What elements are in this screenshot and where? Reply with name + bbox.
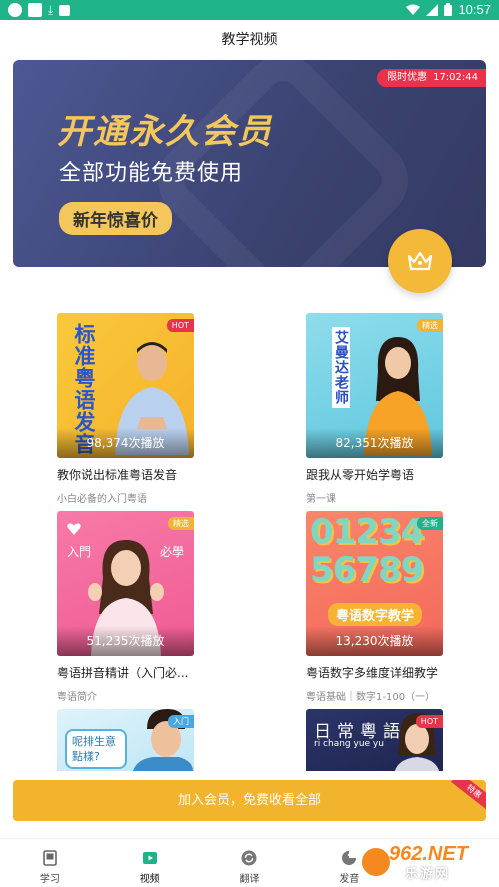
speech-bubble: 呢排生意點樣? [65,729,127,769]
wifi-icon [406,4,421,15]
course-card[interactable]: 0123456789 粤语数字教学 全新 13,230次播放 粤语数字多维度详细… [306,511,443,703]
course-title: 跟我从零开始学粤语 [306,468,415,482]
course-thumbnail: 日常粵語 ri chang yue yu HOT [306,709,443,771]
tab-label: 学习 [39,874,60,885]
course-card[interactable]: 标准粤语发音 HOT 98,374次播放 教你说出标准粤语发音 小白必备的入门粤… [57,313,194,505]
page-title: 教学视频 [221,32,278,48]
course-thumbnail: 0123456789 粤语数字教学 全新 13,230次播放 [306,511,443,656]
pronunciation-icon [342,851,357,865]
play-count: 98,374次播放 [57,428,194,458]
course-subtitle: 小白必备的入门粤语 [57,494,147,505]
course-tag: 全新 [417,517,443,530]
tab-label: 发音 [339,874,360,885]
tab-translate[interactable]: 翻译 [200,839,300,887]
course-tag: HOT [415,715,443,728]
play-count: 82,351次播放 [306,428,443,458]
book-icon [43,850,57,866]
timer-value: 17:02:44 [433,72,478,83]
status-system-icons: 10:57 [406,2,491,17]
crown-icon [407,251,433,271]
thumbnail-text: 粤语数字教学 [328,603,423,626]
site-watermark: 962.NET 乐游网 [359,843,495,882]
heart-icon [67,523,81,535]
course-tag: 入门 [168,715,194,728]
course-thumbnail: 入門 必學 精选 51,235次播放 [57,511,194,656]
status-notification-icons: ⤓ [8,3,71,17]
banner-subtitle: 全部功能免费使用 [59,161,244,186]
signal-icon [426,3,439,16]
course-card[interactable]: 呢排生意點樣? 入门 [57,709,194,771]
course-title: 粤语数字多维度详细教学 [306,666,439,680]
course-thumbnail: 标准粤语发音 HOT 98,374次播放 [57,313,194,458]
course-subtitle: 粤语基础｜数字1-100（一） [306,692,436,703]
app-notification-icon [8,3,22,17]
thumbnail-subtext: ri chang yue yu [314,739,384,749]
limited-time-tag: 限时优惠 17:02:44 [377,69,486,87]
timer-label: 限时优惠 [387,72,428,83]
tab-label: 翻译 [239,874,260,885]
play-count: 51,235次播放 [57,626,194,656]
course-title: 教你说出标准粤语发音 [57,468,178,482]
video-icon [142,852,157,864]
course-card[interactable]: 入門 必學 精选 51,235次播放 粤语拼音精讲（入门必... 粤语简介 [57,511,194,703]
status-bar: ⤓ 10:57 [0,0,499,20]
course-card[interactable]: 日常粵語 ri chang yue yu HOT [306,709,443,771]
download-icon: ⤓ [48,3,54,17]
join-vip-button[interactable]: 加入会员，免费收看全部 特惠 [13,780,486,821]
course-card[interactable]: 艾曼达老师 精选 82,351次播放 跟我从零开始学粤语 第一课 [306,313,443,505]
thumbnail-text: 艾曼达老师 [332,327,350,408]
course-tag: 精选 [168,517,194,530]
course-tag: HOT [166,319,194,332]
course-tag: 精选 [417,319,443,332]
join-vip-label: 加入会员，免费收看全部 [177,793,321,808]
course-thumbnail: 呢排生意點樣? 入门 [57,709,194,771]
text-icon [59,5,71,16]
watermark-text: 乐游网 [405,867,451,882]
banner-title: 开通永久会员 [57,112,273,152]
status-time: 10:57 [458,2,491,17]
crown-button[interactable] [388,229,452,293]
tab-label: 视频 [139,874,160,885]
special-offer-badge: 特惠 [451,780,486,812]
watermark-logo [359,845,393,879]
course-subtitle: 第一课 [306,494,336,505]
translate-icon [241,850,257,866]
course-title: 粤语拼音精讲（入门必... [57,666,189,680]
course-subtitle: 粤语简介 [57,692,97,703]
battery-icon [444,3,453,16]
tab-study[interactable]: 学习 [0,839,100,887]
banner-promo-pill: 新年惊喜价 [59,202,172,235]
tab-video[interactable]: 视频 [100,839,200,887]
play-count: 13,230次播放 [306,626,443,656]
square-notification-icon [28,3,42,17]
course-thumbnail: 艾曼达老师 精选 82,351次播放 [306,313,443,458]
